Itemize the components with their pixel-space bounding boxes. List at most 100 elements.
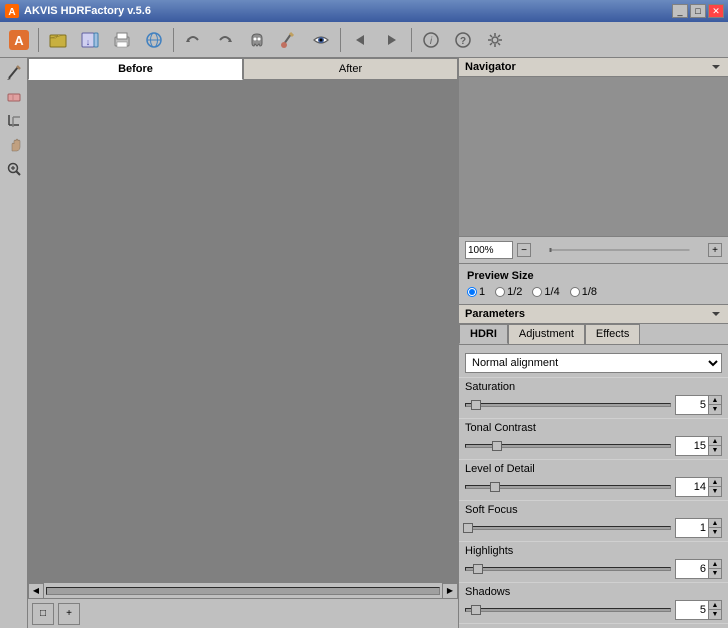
rect-select-button[interactable]: □ xyxy=(32,603,54,625)
saturation-spin-buttons: ▲ ▼ xyxy=(708,396,721,414)
pencil-tool[interactable] xyxy=(3,62,25,84)
soft-focus-spinbox: ▲ ▼ xyxy=(675,518,722,538)
zoom-slider[interactable] xyxy=(535,247,704,253)
zoom-tool[interactable] xyxy=(3,158,25,180)
soft-focus-spin-buttons: ▲ ▼ xyxy=(708,519,721,537)
saturation-thumb[interactable] xyxy=(471,400,481,410)
soft-focus-value[interactable] xyxy=(676,519,708,537)
bottom-toolbar: □ + xyxy=(28,598,458,628)
soft-focus-up-button[interactable]: ▲ xyxy=(709,519,721,528)
open-file-button[interactable] xyxy=(43,26,73,54)
scroll-right-button[interactable]: ▶ xyxy=(442,583,458,599)
zoom-out-button[interactable]: − xyxy=(517,243,531,257)
zoom-in-button[interactable]: + xyxy=(708,243,722,257)
navigator-preview[interactable] xyxy=(459,77,728,237)
shadows-up-button[interactable]: ▲ xyxy=(709,601,721,610)
shadows-thumb[interactable] xyxy=(471,605,481,615)
highlights-control: ▲ ▼ xyxy=(465,559,722,579)
preview-size-quarter[interactable]: 1/4 xyxy=(532,286,559,298)
undo-button[interactable] xyxy=(178,26,208,54)
app-title: AKVIS HDRFactory v.5.6 xyxy=(24,5,151,17)
tab-adjustment[interactable]: Adjustment xyxy=(508,324,585,344)
help-button[interactable]: ? xyxy=(448,26,478,54)
saturation-row: Saturation ▲ ▼ xyxy=(459,378,728,419)
navigator-collapse-icon[interactable] xyxy=(710,61,722,73)
info-button[interactable]: i xyxy=(416,26,446,54)
before-tab[interactable]: Before xyxy=(28,58,243,80)
shadows-value[interactable] xyxy=(676,601,708,619)
tonal-contrast-slider[interactable] xyxy=(465,444,671,448)
alignment-dropdown[interactable]: Normal alignment No alignment Minimal al… xyxy=(465,353,722,373)
tonal-contrast-thumb[interactable] xyxy=(492,441,502,451)
maximize-button[interactable]: □ xyxy=(690,4,706,18)
shadows-slider[interactable] xyxy=(465,608,671,612)
level-of-detail-spin-buttons: ▲ ▼ xyxy=(708,478,721,496)
highlights-thumb[interactable] xyxy=(473,564,483,574)
tonal-contrast-up-button[interactable]: ▲ xyxy=(709,437,721,446)
crop-tool[interactable] xyxy=(3,110,25,132)
preview-size-quarter-label: 1/4 xyxy=(544,286,559,298)
ghost-button[interactable] xyxy=(242,26,272,54)
preview-size-half-radio[interactable] xyxy=(495,287,505,297)
saturation-control: ▲ ▼ xyxy=(465,395,722,415)
level-of-detail-up-button[interactable]: ▲ xyxy=(709,478,721,487)
svg-text:i: i xyxy=(430,36,433,47)
level-of-detail-spinbox: ▲ ▼ xyxy=(675,477,722,497)
saturation-up-button[interactable]: ▲ xyxy=(709,396,721,405)
print-button[interactable] xyxy=(107,26,137,54)
tonal-contrast-spin-buttons: ▲ ▼ xyxy=(708,437,721,455)
scroll-left-button[interactable]: ◀ xyxy=(28,583,44,599)
saturation-slider[interactable] xyxy=(465,403,671,407)
preview-size-eighth-radio[interactable] xyxy=(570,287,580,297)
shadows-down-button[interactable]: ▼ xyxy=(709,610,721,619)
level-of-detail-thumb[interactable] xyxy=(490,482,500,492)
highlights-up-button[interactable]: ▲ xyxy=(709,560,721,569)
level-of-detail-down-button[interactable]: ▼ xyxy=(709,487,721,496)
back-button[interactable] xyxy=(345,26,375,54)
hand-tool[interactable] xyxy=(3,134,25,156)
logo-button[interactable]: A xyxy=(4,26,34,54)
highlights-value[interactable] xyxy=(676,560,708,578)
settings-button[interactable] xyxy=(480,26,510,54)
svg-text:A: A xyxy=(14,33,24,48)
web-button[interactable] xyxy=(139,26,169,54)
add-button[interactable]: + xyxy=(58,603,80,625)
right-panel: Navigator − + Preview Size xyxy=(458,58,728,628)
soft-focus-slider[interactable] xyxy=(465,526,671,530)
tonal-contrast-value[interactable] xyxy=(676,437,708,455)
saturation-down-button[interactable]: ▼ xyxy=(709,405,721,414)
highlights-slider[interactable] xyxy=(465,567,671,571)
scroll-track[interactable] xyxy=(46,587,440,595)
redo-button[interactable] xyxy=(210,26,240,54)
forward-button[interactable] xyxy=(377,26,407,54)
preview-size-1-label: 1 xyxy=(479,286,485,298)
preview-size-eighth-label: 1/8 xyxy=(582,286,597,298)
close-button[interactable]: ✕ xyxy=(708,4,724,18)
preview-size-label: Preview Size xyxy=(467,270,720,282)
level-of-detail-value[interactable] xyxy=(676,478,708,496)
soft-focus-down-button[interactable]: ▼ xyxy=(709,528,721,537)
preview-size-eighth[interactable]: 1/8 xyxy=(570,286,597,298)
tab-effects[interactable]: Effects xyxy=(585,324,640,344)
preview-size-half[interactable]: 1/2 xyxy=(495,286,522,298)
minimize-button[interactable]: _ xyxy=(672,4,688,18)
preview-size-1-radio[interactable] xyxy=(467,287,477,297)
saturation-value[interactable] xyxy=(676,396,708,414)
canvas-area[interactable] xyxy=(28,81,458,582)
soft-focus-thumb[interactable] xyxy=(463,523,473,533)
zoom-input[interactable] xyxy=(465,241,513,259)
import-button[interactable]: ↓ xyxy=(75,26,105,54)
preview-size-quarter-radio[interactable] xyxy=(532,287,542,297)
parameters-collapse-icon[interactable] xyxy=(710,308,722,320)
level-of-detail-label: Level of Detail xyxy=(465,463,722,475)
highlights-down-button[interactable]: ▼ xyxy=(709,569,721,578)
level-of-detail-slider[interactable] xyxy=(465,485,671,489)
eye-button[interactable] xyxy=(306,26,336,54)
preview-size-1[interactable]: 1 xyxy=(467,286,485,298)
brush-button[interactable] xyxy=(274,26,304,54)
tab-hdri[interactable]: HDRI xyxy=(459,324,508,344)
eraser-tool[interactable] xyxy=(3,86,25,108)
highlights-row: Highlights ▲ ▼ xyxy=(459,542,728,583)
tonal-contrast-down-button[interactable]: ▼ xyxy=(709,446,721,455)
after-tab[interactable]: After xyxy=(243,58,458,80)
